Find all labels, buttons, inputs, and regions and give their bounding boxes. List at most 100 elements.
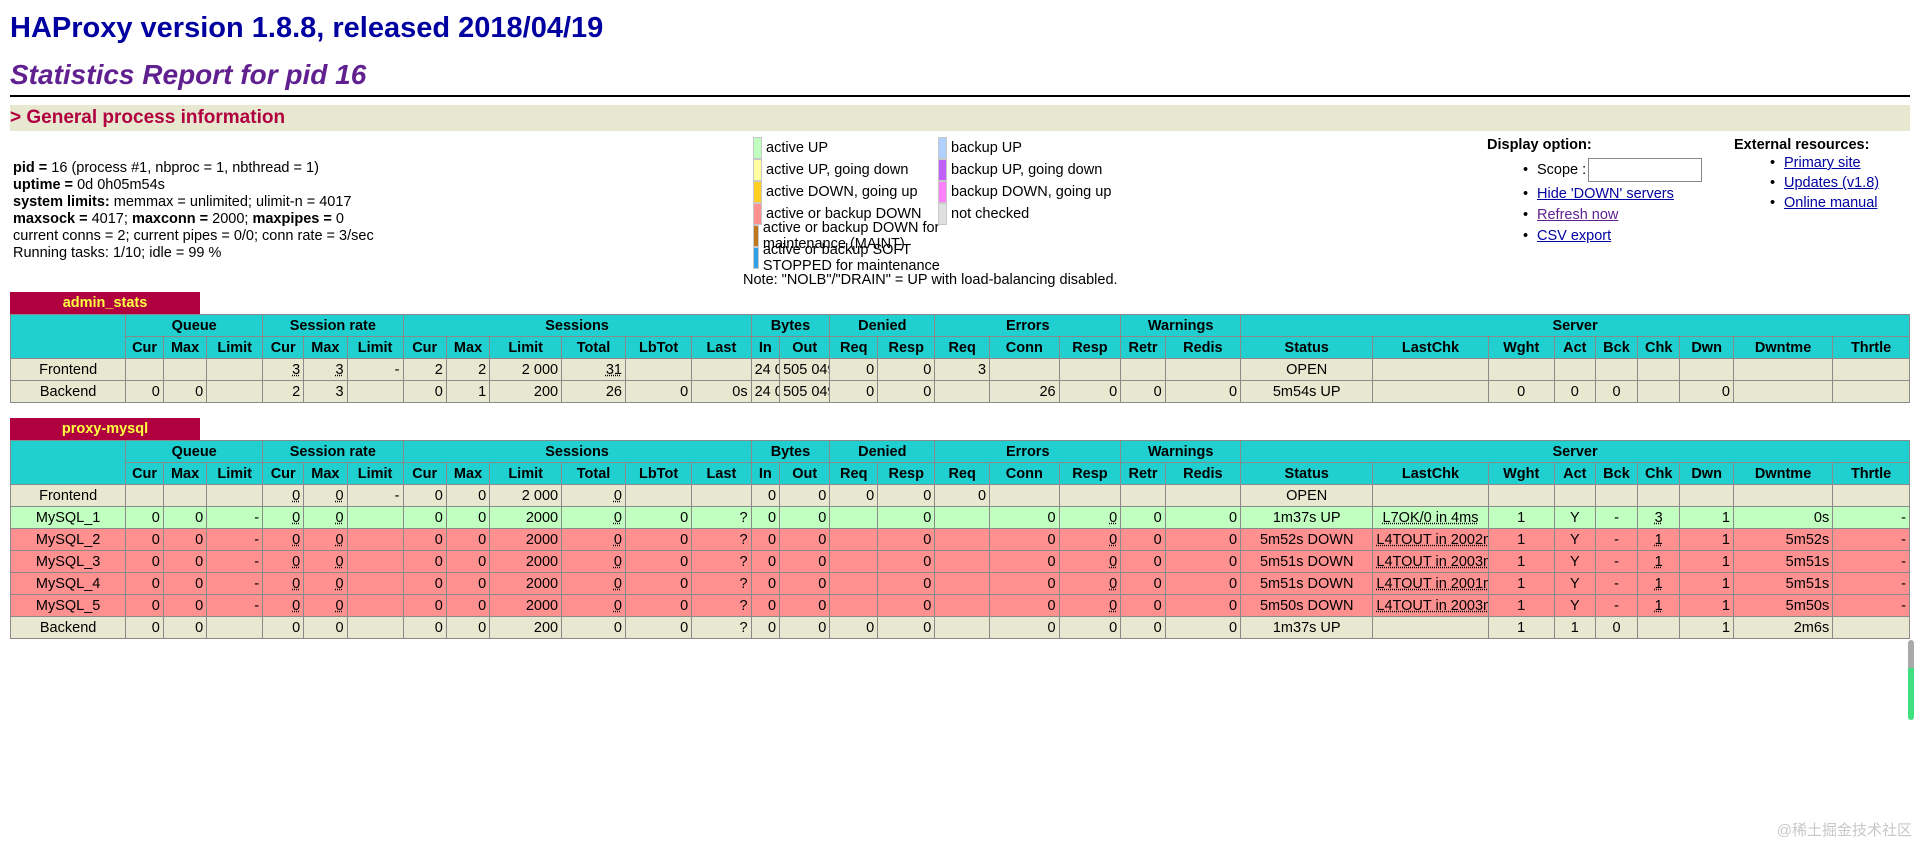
table-cell: - [1594,550,1639,573]
column-header: Resp [1058,462,1122,485]
cell-value: 0 [613,531,622,548]
cell-value: 0 [768,553,777,570]
legend-label: backup UP, going down [951,162,1103,178]
display-options-list: Scope : Hide 'DOWN' servers Refresh now … [1487,157,1703,247]
cell-value: 0 [151,509,160,526]
table-cell: 26 [561,380,626,403]
cell-value: 2 [478,361,487,378]
cell-value: 0 [613,575,622,592]
cell-value: 1 [1517,509,1526,526]
cell-value: 0 [818,487,827,504]
column-header: Dwn [1679,462,1734,485]
group-header: Queue [125,314,264,337]
table-cell: 31 [561,358,626,381]
column-header: Thrtle [1832,462,1910,485]
cell-value: 5m52s DOWN [1259,531,1354,548]
table-cell: 0 [1594,616,1639,639]
column-header: Max [445,336,491,359]
cell-value: 0 [434,531,443,548]
table-cell: 0 [989,594,1060,617]
cell-value: ? [739,509,748,526]
cell-value: 0 [923,487,932,504]
table-cell: 0s [1732,506,1834,529]
maxsock-value: 4017; [91,211,132,227]
pid-value: 16 (process #1, nbproc = 1, nbthread = 1… [51,160,319,176]
table-cell: 3 [303,380,348,403]
table-cell: 0 [1120,594,1166,617]
cell-value: - [254,531,260,548]
cell-value: 0 [818,531,827,548]
cell-value: 0 [613,509,622,526]
table-cell [206,358,264,381]
table-cell: 2 000 [489,358,563,381]
column-header: Bck [1594,462,1639,485]
table-row: Frontend 0 0 - 0 0 2 000 0 0 0 0 0 0 OPEN [9,484,1910,507]
table-cell: ? [691,616,752,639]
legend-label: active UP [766,140,829,156]
cell-value: 0 [613,597,622,614]
table-row: Backend 0 0 2 3 0 1 200 26 0 0s 24 050505 049 0 0 26 0 0… [9,380,1910,403]
table-cell: L7OK/0 in 4ms [1372,506,1489,529]
table-cell [1164,484,1242,507]
table-cell [934,528,991,551]
table-cell: 1 [1487,572,1555,595]
row-name[interactable]: MySQL_3 [9,550,127,573]
table-cell: 24 050 [750,358,781,381]
scrollbar-thumb[interactable] [1908,640,1914,720]
proxy-name[interactable]: proxy-mysql [10,418,200,441]
table-cell: Y [1553,594,1596,617]
cell-value: 0 [335,509,344,526]
cell-value: 0 [1228,553,1238,570]
cell-value: 0 [680,619,689,636]
group-header: Queue [125,440,264,463]
legend-swatch [753,203,762,225]
cell-value: 0 [434,597,443,614]
primary-site-link[interactable]: Primary site [1784,155,1861,171]
cell-value: 0 [680,509,689,526]
table-cell: 0 [303,572,348,595]
cell-value: 0 [613,487,622,504]
column-header: Req [934,336,991,359]
table-cell [989,484,1060,507]
table-cell: 0 [162,506,208,529]
table-cell [1637,616,1681,639]
table-cell: 0 [303,506,348,529]
refresh-link[interactable]: Refresh now [1537,207,1618,223]
cell-value: 0 [923,361,932,378]
row-name[interactable]: MySQL_2 [9,528,127,551]
row-name[interactable]: MySQL_1 [9,506,127,529]
table-cell: 0 [303,594,348,617]
column-header: Act [1553,462,1596,485]
cell-value: 1 [1517,619,1526,636]
table-cell: 0 [262,550,305,573]
table-cell: 0 [445,572,491,595]
cell-value: - [254,597,260,614]
scope-input[interactable] [1588,158,1703,183]
table-cell: 0 [262,572,305,595]
cell-value: 0 [613,619,622,636]
table-cell: 2000 [489,594,563,617]
table-cell [1637,358,1681,381]
row-name[interactable]: MySQL_5 [9,594,127,617]
cell-value: - [254,553,260,570]
external-resources: External resources: Primary site Updates… [1734,137,1879,213]
row-name[interactable]: MySQL_4 [9,572,127,595]
cell-value: Y [1570,575,1580,592]
table-cell [1594,484,1639,507]
hide-down-link[interactable]: Hide 'DOWN' servers [1537,186,1674,202]
column-header: Limit [206,336,264,359]
cell-value: 5m54s UP [1272,383,1341,400]
table-cell: 1 [1487,594,1555,617]
csv-export-link[interactable]: CSV export [1537,228,1611,244]
online-manual-link[interactable]: Online manual [1784,195,1878,211]
proxy-name[interactable]: admin_stats [10,292,200,315]
updates-link[interactable]: Updates (v1.8) [1784,175,1879,191]
cell-value: 1 [1517,575,1526,592]
table-cell: 0 [162,550,208,573]
cell-value: 0 [768,487,777,504]
column-header: Chk [1637,336,1681,359]
table-cell: 0 [1164,380,1242,403]
table-cell: 0 [624,506,693,529]
cell-value: 0 [1153,553,1162,570]
cell-value: 0 [923,383,932,400]
